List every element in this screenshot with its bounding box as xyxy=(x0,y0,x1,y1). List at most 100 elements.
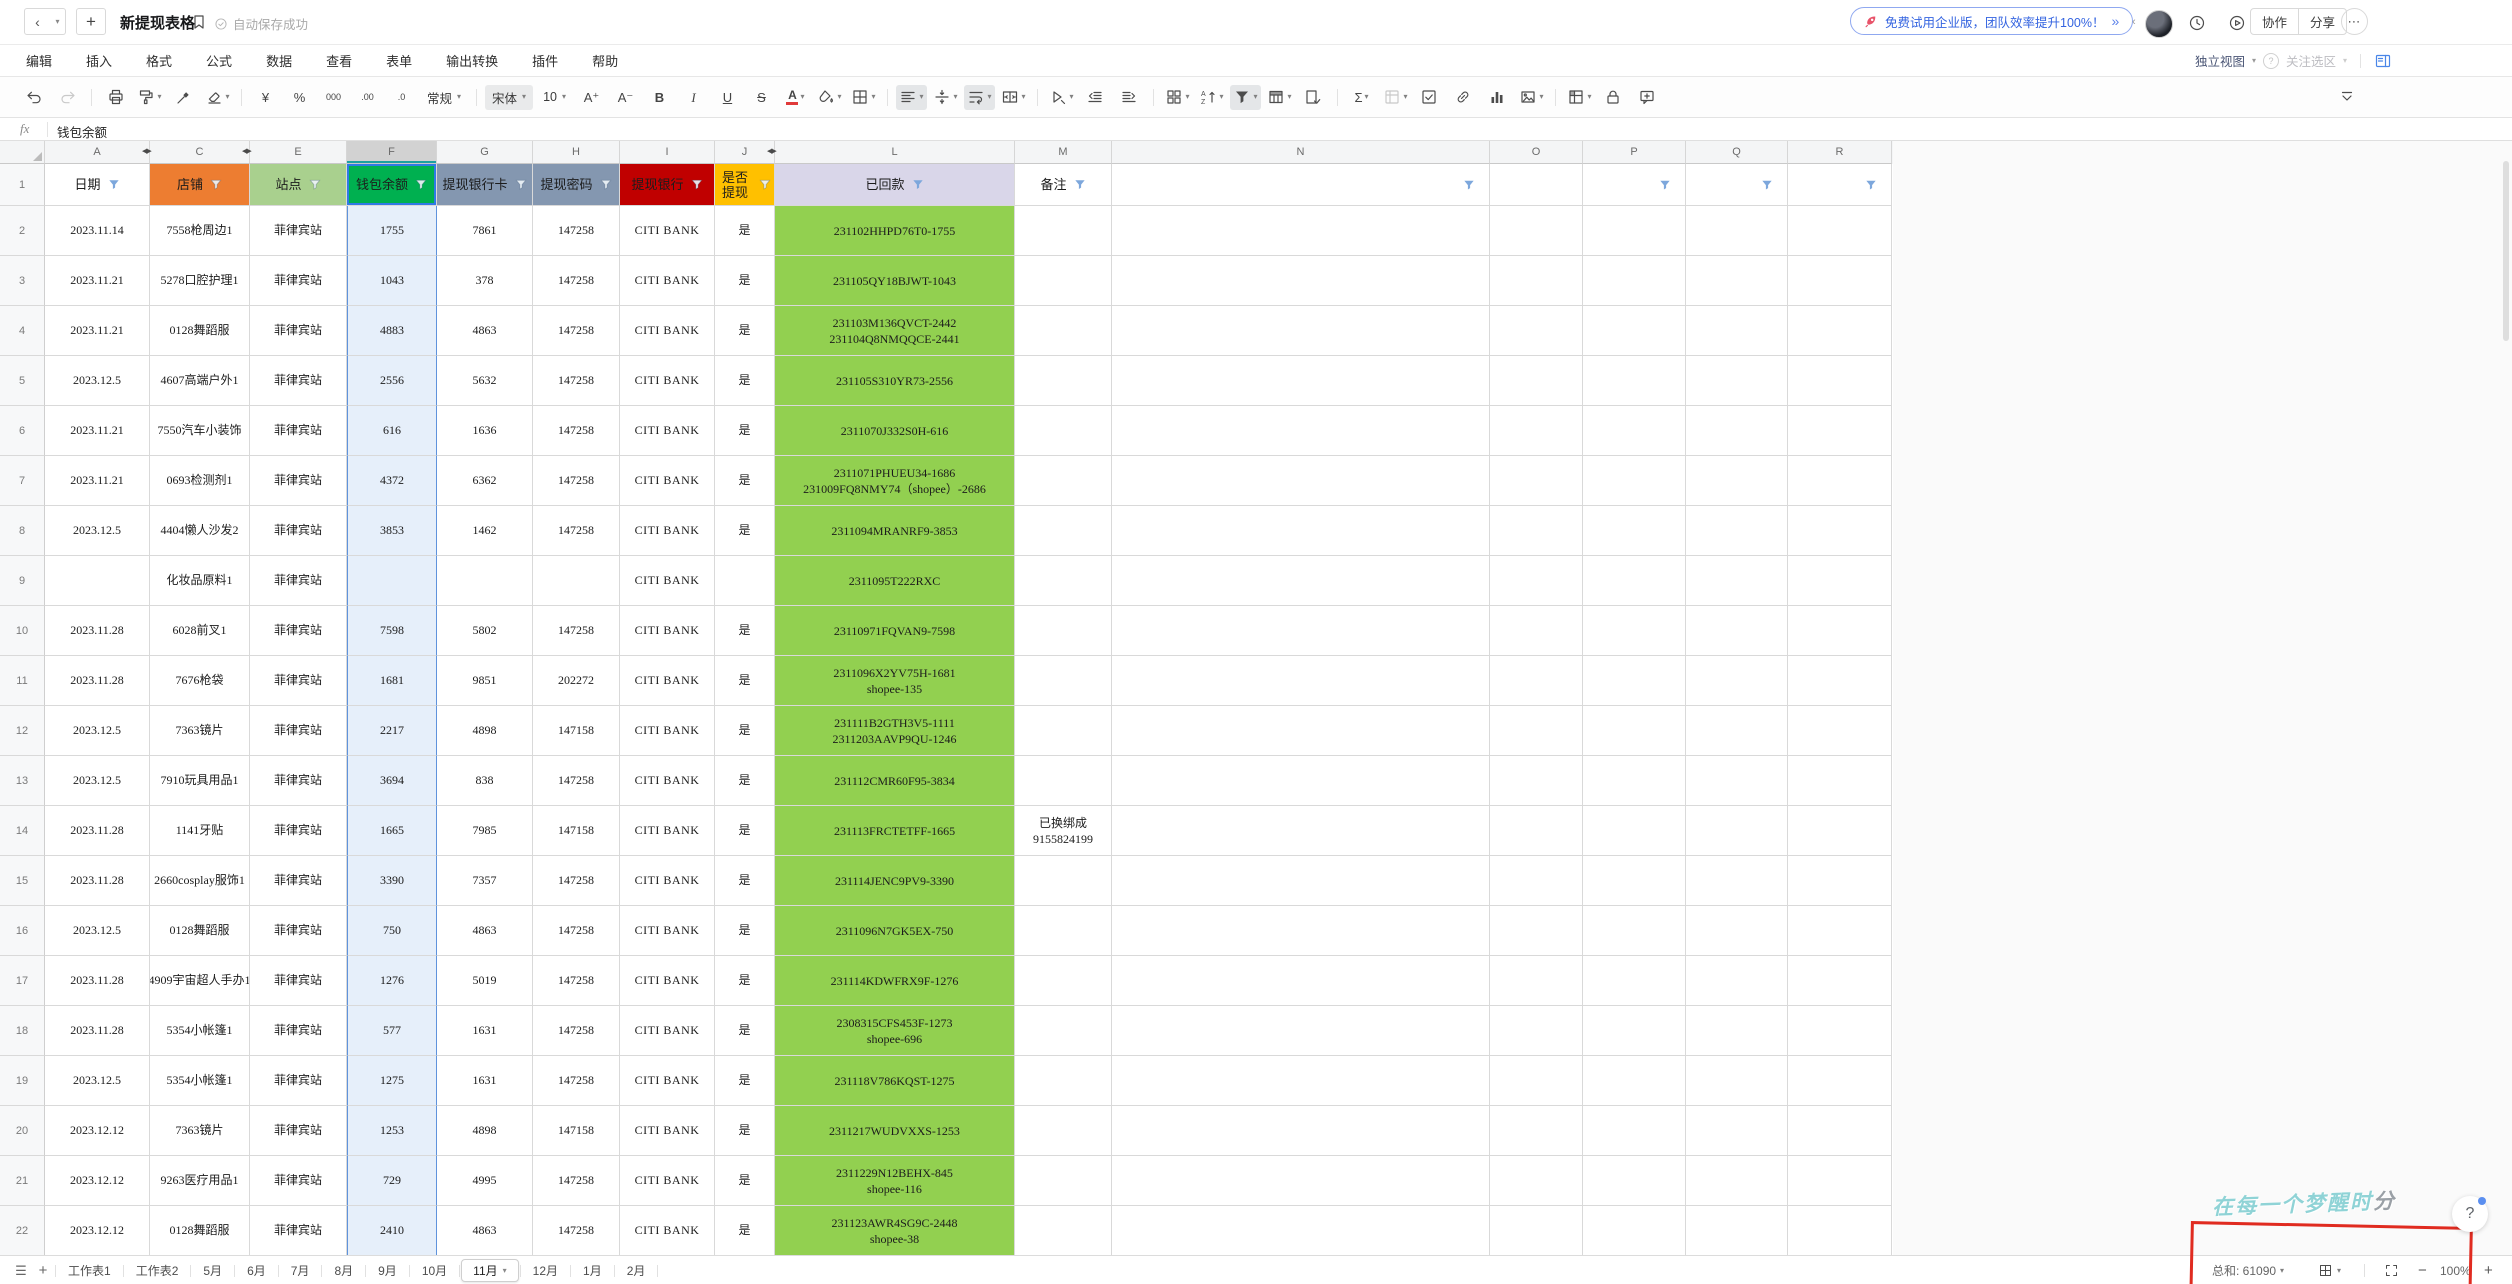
cell[interactable]: CITI BANK xyxy=(620,1206,715,1255)
row-header-7[interactable]: 7 xyxy=(0,456,45,506)
cell[interactable] xyxy=(1112,756,1490,806)
cell[interactable]: 菲律宾站 xyxy=(250,1006,347,1056)
cell[interactable] xyxy=(1112,606,1490,656)
cell[interactable] xyxy=(1788,1006,1892,1056)
cell[interactable] xyxy=(1686,1006,1788,1056)
cell[interactable] xyxy=(1112,1006,1490,1056)
collapse-toolbar-icon[interactable] xyxy=(2336,86,2358,108)
cell[interactable]: 4909宇宙超人手办1 xyxy=(150,956,250,1006)
cell[interactable]: CITI BANK xyxy=(620,406,715,456)
cell[interactable] xyxy=(1015,1056,1112,1106)
cell[interactable] xyxy=(1583,1206,1686,1255)
cell[interactable] xyxy=(1686,606,1788,656)
cell[interactable]: 147258 xyxy=(533,256,620,306)
open-panel-icon[interactable] xyxy=(2374,52,2392,70)
filter-icon[interactable] xyxy=(1463,179,1475,190)
cell[interactable]: 4863 xyxy=(437,306,533,356)
cell[interactable]: 5354小帐篷1 xyxy=(150,1056,250,1106)
cell[interactable]: 菲律宾站 xyxy=(250,206,347,256)
cell[interactable]: 23110971FQVAN9-7598 xyxy=(775,606,1015,656)
cell[interactable]: 9263医疗用品1 xyxy=(150,1156,250,1206)
cell[interactable] xyxy=(1583,506,1686,556)
cell[interactable]: 3390 xyxy=(347,856,437,906)
cell[interactable] xyxy=(1686,1206,1788,1255)
percent-format[interactable]: % xyxy=(284,85,315,110)
filter-icon[interactable] xyxy=(1761,179,1773,190)
sheet-tab-11月[interactable]: 11月 ▾ xyxy=(461,1259,519,1282)
chart[interactable] xyxy=(1482,85,1513,110)
hyperlink[interactable] xyxy=(1448,85,1479,110)
cell[interactable]: 2023.11.21 xyxy=(45,456,150,506)
cell[interactable]: CITI BANK xyxy=(620,1156,715,1206)
cell[interactable] xyxy=(1788,306,1892,356)
checkbox[interactable] xyxy=(1414,85,1445,110)
hidden-column-marker[interactable]: ◀▶ xyxy=(142,147,152,155)
menu-item-查看[interactable]: 查看 xyxy=(326,51,352,70)
cell[interactable]: 2023.11.28 xyxy=(45,956,150,1006)
header-cell-J[interactable]: 是否提现 xyxy=(715,164,775,206)
filter-icon[interactable] xyxy=(1865,179,1877,190)
cell[interactable]: 是 xyxy=(715,956,775,1006)
cell[interactable]: 菲律宾站 xyxy=(250,406,347,456)
cell[interactable]: CITI BANK xyxy=(620,206,715,256)
cell[interactable] xyxy=(1015,206,1112,256)
upgrade-banner[interactable]: 免费试用企业版，团队效率提升100%！ » xyxy=(1850,7,2134,35)
cell[interactable] xyxy=(1490,756,1583,806)
cell[interactable]: 231112CMR60F95-3834 xyxy=(775,756,1015,806)
row-header-15[interactable]: 15 xyxy=(0,856,45,906)
filter-icon[interactable] xyxy=(1659,179,1671,190)
cell[interactable] xyxy=(1583,656,1686,706)
cell[interactable] xyxy=(1015,406,1112,456)
cell[interactable] xyxy=(1686,356,1788,406)
cell[interactable]: 是 xyxy=(715,1106,775,1156)
cell[interactable] xyxy=(1583,806,1686,856)
cell[interactable]: 是 xyxy=(715,206,775,256)
cell[interactable]: 1462 xyxy=(437,506,533,556)
format-painter[interactable]: ▾ xyxy=(134,85,165,110)
clear-format[interactable]: ▾ xyxy=(202,85,233,110)
cell[interactable]: 4898 xyxy=(437,1106,533,1156)
avatar[interactable] xyxy=(2145,10,2173,38)
cell[interactable] xyxy=(1015,856,1112,906)
style-brush[interactable] xyxy=(168,85,199,110)
row-header-8[interactable]: 8 xyxy=(0,506,45,556)
column-header-N[interactable]: N xyxy=(1112,141,1490,164)
row-header-17[interactable]: 17 xyxy=(0,956,45,1006)
column-header-M[interactable]: M xyxy=(1015,141,1112,164)
cell[interactable] xyxy=(1788,206,1892,256)
image[interactable]: ▾ xyxy=(1516,85,1547,110)
cell[interactable]: CITI BANK xyxy=(620,856,715,906)
zoom-in-button[interactable]: + xyxy=(2484,1256,2493,1284)
sheet-tab-6月[interactable]: 6月 xyxy=(236,1260,277,1281)
cell[interactable]: 2311095T222RXC xyxy=(775,556,1015,606)
follow-selection-button[interactable]: 关注选区 xyxy=(2286,51,2336,70)
undo[interactable] xyxy=(18,85,49,110)
fullscreen-button[interactable] xyxy=(2384,1256,2399,1284)
cell[interactable]: 7985 xyxy=(437,806,533,856)
cell[interactable]: 147258 xyxy=(533,756,620,806)
cell[interactable]: 2023.12.12 xyxy=(45,1106,150,1156)
cell[interactable]: 202272 xyxy=(533,656,620,706)
column-header-C[interactable]: C xyxy=(150,141,250,164)
cell[interactable]: 147258 xyxy=(533,956,620,1006)
column-header-F[interactable]: F xyxy=(347,141,437,164)
cell[interactable]: 4404懒人沙发2 xyxy=(150,506,250,556)
cell[interactable] xyxy=(1490,456,1583,506)
cell[interactable] xyxy=(1583,306,1686,356)
sheet-tab-2月[interactable]: 2月 xyxy=(616,1260,657,1281)
sheet-tab-7月[interactable]: 7月 xyxy=(280,1260,321,1281)
cell[interactable] xyxy=(1788,956,1892,1006)
cell[interactable]: CITI BANK xyxy=(620,356,715,406)
cell[interactable]: 577 xyxy=(347,1006,437,1056)
cell[interactable]: 1681 xyxy=(347,656,437,706)
cell[interactable]: 9851 xyxy=(437,656,533,706)
row-header-6[interactable]: 6 xyxy=(0,406,45,456)
history-icon[interactable] xyxy=(2186,12,2208,34)
cell[interactable] xyxy=(1686,406,1788,456)
cell[interactable]: CITI BANK xyxy=(620,706,715,756)
vertical-align[interactable]: ▾ xyxy=(930,85,961,110)
cell[interactable]: 1631 xyxy=(437,1006,533,1056)
collaborate-button[interactable]: 协作 xyxy=(2251,9,2298,34)
cell[interactable] xyxy=(1788,1206,1892,1255)
cell[interactable] xyxy=(1112,806,1490,856)
